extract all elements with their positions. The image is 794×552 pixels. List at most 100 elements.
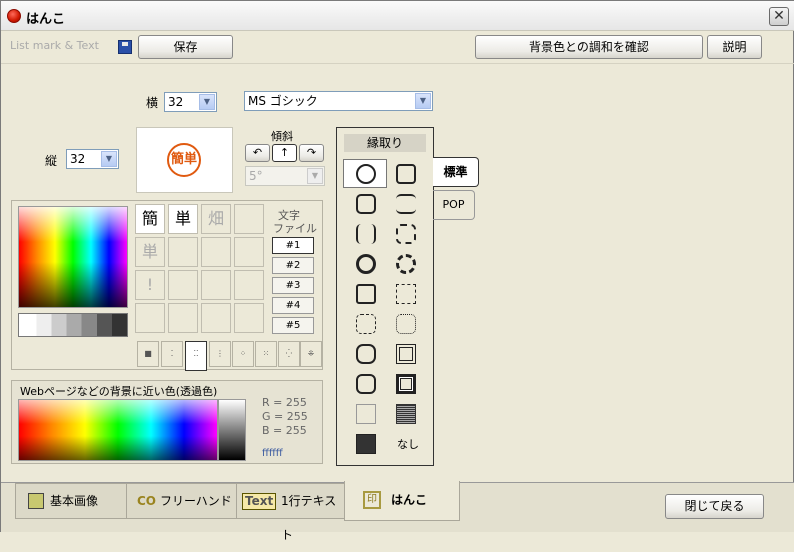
light-square-icon[interactable] xyxy=(356,404,376,424)
hanko-icon: 印 xyxy=(363,491,381,509)
grid-tab[interactable]: ⁜ xyxy=(300,341,322,367)
web-color-panel: Webページなどの背景に近い色(透過色) R = 255 G = 255 B =… xyxy=(11,380,323,464)
gray-palette[interactable] xyxy=(18,313,128,337)
floppy-icon[interactable] xyxy=(118,40,132,54)
chevron-down-icon: ▼ xyxy=(415,93,431,109)
grid-tab[interactable]: ⁛ xyxy=(278,341,300,367)
paren-border-icon[interactable] xyxy=(356,224,376,244)
char-cell[interactable] xyxy=(168,270,198,300)
char-file-button[interactable]: #4 xyxy=(272,297,314,314)
tab-freehand-label: フリーハンド xyxy=(160,494,232,508)
char-cell[interactable] xyxy=(234,270,264,300)
char-cell[interactable] xyxy=(234,303,264,333)
dotted-round-square-icon[interactable] xyxy=(396,314,416,334)
square-border-icon[interactable] xyxy=(356,284,376,304)
web-color-label: Webページなどの背景に近い色(透過色) xyxy=(20,385,218,398)
web-gray-strip[interactable] xyxy=(218,399,246,461)
help-button[interactable]: 説明 xyxy=(707,35,762,59)
char-cell[interactable] xyxy=(234,237,264,267)
char-cell[interactable]: ! xyxy=(135,270,165,300)
height-label: 縦 xyxy=(45,154,58,168)
char-cell[interactable]: 単 xyxy=(168,204,198,234)
height-select[interactable]: 32 ▼ xyxy=(66,149,119,169)
basic-image-icon xyxy=(28,493,44,509)
window-title: はんこ xyxy=(26,12,66,27)
char-file-label: ファイル xyxy=(273,222,317,235)
check-background-button[interactable]: 背景色との調和を確認 xyxy=(475,35,703,59)
dashed-square-border-icon[interactable] xyxy=(396,284,416,304)
rotate-right-button[interactable]: ↷ xyxy=(299,144,324,162)
grid-tab[interactable]: ⁘ xyxy=(232,341,254,367)
tab-pop[interactable]: POP xyxy=(433,190,475,220)
tab-one-line-text[interactable]: Text 1行テキスト xyxy=(236,483,346,542)
dashed-rounded-border-icon[interactable] xyxy=(396,224,416,244)
grid-tab[interactable]: ⁙ xyxy=(255,341,277,367)
square-notch-border-icon[interactable] xyxy=(396,164,416,184)
char-cell[interactable] xyxy=(168,237,198,267)
double-border-icon[interactable] xyxy=(396,344,416,364)
tab-hanko[interactable]: 印 はんこ xyxy=(344,481,460,521)
char-cell[interactable] xyxy=(168,303,198,333)
font-select[interactable]: MS ゴシック ▼ xyxy=(244,91,433,111)
char-cell[interactable]: 簡 xyxy=(135,204,165,234)
border-panel: 縁取り なし xyxy=(336,127,434,466)
char-cell[interactable]: 単 xyxy=(135,237,165,267)
grid-tab[interactable]: ⋮ xyxy=(209,341,231,367)
filled-square-icon[interactable] xyxy=(356,434,376,454)
grid-tab[interactable]: ⁚ xyxy=(161,341,183,367)
char-file-button[interactable]: #2 xyxy=(272,257,314,274)
tab-hanko-label: はんこ xyxy=(391,493,428,507)
char-cell[interactable] xyxy=(201,237,231,267)
tab-freehand[interactable]: CO フリーハンド xyxy=(126,483,238,519)
dashed-round-square-icon[interactable] xyxy=(356,314,376,334)
rotate-left-button[interactable]: ↶ xyxy=(245,144,270,162)
grid-tab[interactable]: ⁚⁚ xyxy=(185,341,207,371)
char-file-button[interactable]: #1 xyxy=(272,237,314,254)
char-cell[interactable] xyxy=(201,303,231,333)
close-icon[interactable]: ✕ xyxy=(769,7,789,26)
chevron-down-icon: ▼ xyxy=(101,151,117,167)
slant-angle-value: 5° xyxy=(249,169,263,183)
striped-square-icon[interactable] xyxy=(396,404,416,424)
char-cell[interactable]: 畑 xyxy=(201,204,231,234)
slant-label: 傾斜 xyxy=(271,130,293,143)
tab-basic-image[interactable]: 基本画像 xyxy=(15,483,127,519)
octagon-border-icon[interactable] xyxy=(356,374,376,394)
bracket-border-icon[interactable] xyxy=(396,194,416,214)
chevron-down-icon: ▼ xyxy=(307,168,323,184)
red-value: R = 255 xyxy=(262,396,307,409)
app-icon xyxy=(7,9,21,23)
grid-tab[interactable]: ■ xyxy=(137,341,159,367)
height-value: 32 xyxy=(70,152,86,166)
width-label: 横 xyxy=(146,96,159,110)
chevron-down-icon: ▼ xyxy=(199,94,215,110)
border-header: 縁取り xyxy=(344,134,426,152)
save-button[interactable]: 保存 xyxy=(138,35,233,59)
bold-circle-border-icon[interactable] xyxy=(356,254,376,274)
rounded-border-icon[interactable] xyxy=(356,194,376,214)
circle-border-icon[interactable] xyxy=(356,164,376,184)
blue-value: B = 255 xyxy=(262,424,307,437)
title-bar: はんこ ✕ xyxy=(1,1,794,31)
frame-border-icon[interactable] xyxy=(396,374,416,394)
web-color-palette[interactable] xyxy=(18,399,218,461)
char-cell[interactable] xyxy=(234,204,264,234)
char-cell[interactable] xyxy=(135,303,165,333)
upright-button[interactable]: ↑ xyxy=(272,144,297,162)
tab-one-line-label: 1行テキスト xyxy=(281,494,337,542)
char-file-button[interactable]: #5 xyxy=(272,317,314,334)
font-value: MS ゴシック xyxy=(248,94,318,108)
freehand-icon: CO xyxy=(137,494,157,508)
width-select[interactable]: 32 ▼ xyxy=(164,92,217,112)
tab-standard[interactable]: 標準 xyxy=(433,157,479,187)
color-palette[interactable] xyxy=(18,206,128,308)
hanko-window: はんこ ✕ List mark & Text 保存 背景色との調和を確認 説明 … xyxy=(0,0,794,542)
preview-area: 簡単 xyxy=(136,127,233,193)
close-return-button[interactable]: 閉じて戻る xyxy=(665,494,764,519)
scallop-border-icon[interactable] xyxy=(356,344,376,364)
slant-angle-select[interactable]: 5° ▼ xyxy=(245,166,325,186)
none-border-option[interactable]: なし xyxy=(397,436,419,452)
dashed-circle-border-icon[interactable] xyxy=(396,254,416,274)
char-cell[interactable] xyxy=(201,270,231,300)
char-file-button[interactable]: #3 xyxy=(272,277,314,294)
